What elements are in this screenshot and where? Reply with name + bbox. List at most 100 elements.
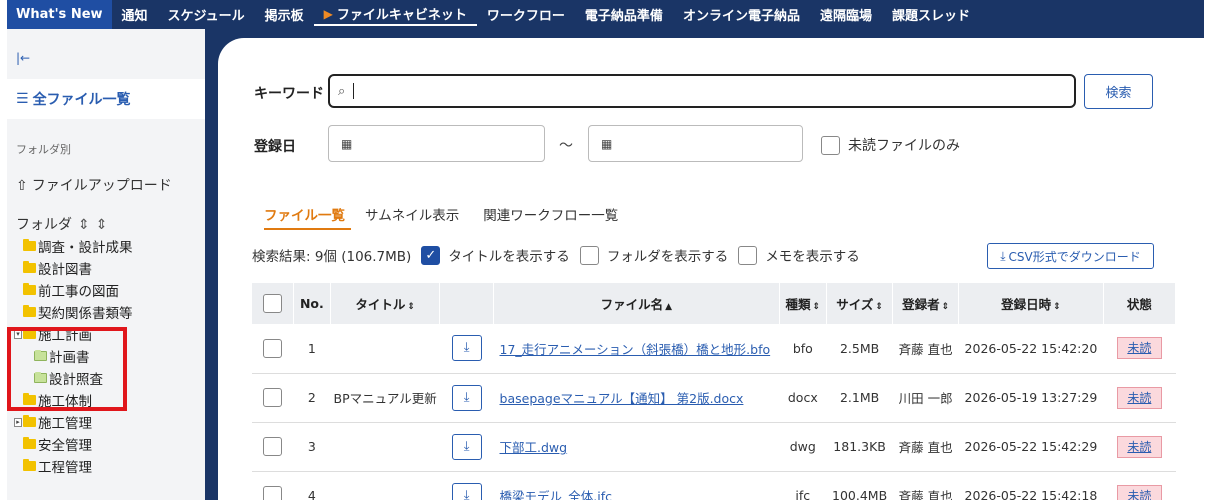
folder-tree-item[interactable]: 設計図書 [7, 257, 205, 279]
tab-file-list[interactable]: ファイル一覧 [264, 204, 351, 230]
sort-expand-icon[interactable]: ⇕ [78, 217, 90, 233]
all-files-link[interactable]: ☰ 全ファイル一覧 [7, 79, 205, 119]
text-caret [353, 83, 355, 99]
table-row: 1 ⤓ 17_走行アニメーション（斜張橋）橋と地形.bfo bfo 2.5MB 斉藤 直也… [252, 324, 1176, 374]
list-icon: ☰ [16, 91, 29, 107]
row-filename-cell: 17_走行アニメーション（斜張橋）橋と地形.bfo [493, 324, 780, 374]
row-checkbox[interactable] [263, 388, 283, 407]
upload-icon: ⇧ [16, 178, 28, 194]
nav-file-cabinet-label: ファイルキャビネット [336, 8, 467, 23]
col-type-label: 種類 [785, 297, 811, 312]
folder-tree-item[interactable]: 調査・設計成果 [7, 235, 205, 257]
show-memo-checkbox[interactable] [738, 245, 758, 265]
tab-thumbnail[interactable]: サムネイル表示 [365, 204, 471, 230]
status-badge[interactable]: 未読 [1116, 386, 1162, 409]
search-button[interactable]: 検索 [1084, 74, 1153, 109]
row-status-cell: 未読 [1103, 471, 1176, 500]
folder-tree-item[interactable]: 工程管理 [7, 455, 205, 477]
col-filename-label: ファイル名 [600, 297, 664, 312]
file-name-link[interactable]: 17_走行アニメーション（斜張橋）橋と地形.bfo [500, 342, 771, 357]
folder-tree-item[interactable]: ▸ 施工管理 [7, 411, 205, 433]
table-row: 4 ⤓ 橋梁モデル_全体.ifc ifc 100.4MB 斉藤 直也 2026-05-22 … [252, 471, 1176, 500]
unread-only-toggle[interactable]: 未読ファイルのみ [821, 135, 960, 155]
col-size[interactable]: サイズ ⇕ [826, 283, 894, 324]
nav-online-delivery[interactable]: オンライン電子納品 [673, 0, 810, 29]
col-type[interactable]: 種類 ⇕ [779, 283, 828, 324]
folder-tree-item[interactable]: 契約関係書類等 [7, 301, 205, 323]
col-size-label: サイズ [836, 297, 874, 312]
nav-issue-thread[interactable]: 課題スレッド [882, 0, 980, 29]
row-size: 2.1MB [826, 373, 893, 423]
search-icon: ⌕ [338, 83, 346, 99]
row-download-cell: ⤓ [439, 373, 494, 423]
col-registrant[interactable]: 登録者 ⇕ [892, 283, 960, 324]
file-name-link[interactable]: 下部工.dwg [500, 440, 568, 455]
view-tabs: ファイル一覧 サムネイル表示 関連ワークフロー一覧 [264, 204, 642, 230]
nav-remote-inspection[interactable]: 遠隔臨場 [810, 0, 882, 29]
select-all-checkbox[interactable] [262, 294, 282, 313]
col-datetime[interactable]: 登録日時 ⇕ [958, 283, 1104, 324]
folder-icon [23, 437, 36, 449]
sort-icon: ⇕ [1053, 302, 1061, 312]
col-no: No. [293, 283, 331, 324]
row-checkbox[interactable] [263, 338, 283, 358]
row-no: 3 [293, 422, 331, 472]
date-from-input[interactable]: ▦ [328, 125, 545, 162]
nav-workflow[interactable]: ワークフロー [477, 0, 575, 29]
row-type: dwg [779, 422, 827, 472]
folder-tree-label: 前工事の図面 [38, 284, 119, 300]
file-name-link[interactable]: 橋梁モデル_全体.ifc [500, 489, 612, 500]
download-button[interactable]: ⤓ [451, 384, 482, 411]
nav-delivery-prep[interactable]: 電子納品準備 [575, 0, 673, 29]
folder-icon [23, 415, 36, 427]
file-name-link[interactable]: basepageマニュアル【通知】 第2版.docx [500, 391, 744, 406]
row-checkbox[interactable] [263, 437, 283, 456]
row-select-cell [252, 373, 294, 423]
col-status: 状態 [1103, 283, 1177, 324]
sort-collapse-icon[interactable]: ⇕ [96, 217, 108, 233]
row-title: BPマニュアル更新 [330, 373, 440, 423]
top-nav: What's New 通知 スケジュール 掲示板 ▶ ファイルキャビネット ワーク… [7, 0, 1204, 29]
flag-icon: ▶ [323, 6, 333, 21]
row-no: 4 [293, 471, 331, 500]
row-type: ifc [779, 471, 827, 500]
row-datetime: 2026-05-22 15:42:18 [958, 471, 1104, 500]
expand-folder-icon[interactable]: ▸ [14, 417, 22, 427]
upload-link[interactable]: ⇧ ファイルアップロード [16, 175, 172, 195]
status-badge[interactable]: 未読 [1116, 435, 1162, 458]
row-checkbox[interactable] [263, 486, 283, 500]
tab-related-workflow[interactable]: 関連ワークフロー一覧 [483, 204, 630, 230]
folder-tree-label: 調査・設計成果 [38, 240, 133, 256]
col-filename[interactable]: ファイル名 ▲ [493, 283, 780, 324]
table-body: 1 ⤓ 17_走行アニメーション（斜張橋）橋と地形.bfo bfo 2.5MB 斉藤 直也… [252, 324, 1176, 500]
show-title-checkbox[interactable]: ✓ [421, 245, 441, 265]
row-title [330, 324, 440, 374]
collapse-sidebar-icon[interactable]: |← [16, 51, 30, 65]
folder-heading: フォルダ ⇕ ⇕ [16, 214, 107, 234]
csv-download-button[interactable]: ⤓ CSV形式でダウンロード [987, 243, 1154, 269]
col-title[interactable]: タイトル ⇕ [330, 283, 441, 324]
folder-tree-item[interactable]: 前工事の図面 [7, 279, 205, 301]
nav-file-cabinet[interactable]: ▶ ファイルキャビネット [313, 4, 477, 26]
keyword-input[interactable]: ⌕ [328, 74, 1076, 108]
row-datetime: 2026-05-22 15:42:29 [958, 422, 1104, 472]
unread-only-checkbox[interactable] [821, 135, 840, 155]
row-type: bfo [779, 324, 827, 374]
date-to-input[interactable]: ▦ [588, 125, 803, 162]
folder-tree-item[interactable]: 安全管理 [7, 433, 205, 455]
nav-whats-new[interactable]: What's New [7, 0, 112, 29]
nav-notice[interactable]: 通知 [112, 0, 158, 29]
status-badge[interactable]: 未読 [1116, 337, 1162, 360]
nav-schedule[interactable]: スケジュール [158, 0, 255, 29]
download-button[interactable]: ⤓ [451, 433, 482, 460]
download-button[interactable]: ⤓ [451, 335, 482, 362]
select-all-cell [252, 283, 294, 324]
row-select-cell [252, 471, 294, 500]
status-badge[interactable]: 未読 [1116, 484, 1162, 500]
csv-download-label: CSV形式でダウンロード [1008, 249, 1141, 264]
download-button[interactable]: ⤓ [451, 482, 482, 500]
nav-bulletin[interactable]: 掲示板 [255, 0, 314, 29]
show-folder-checkbox[interactable] [579, 245, 599, 265]
sort-asc-icon: ▲ [665, 302, 672, 312]
all-files-label: 全ファイル一覧 [32, 92, 131, 108]
